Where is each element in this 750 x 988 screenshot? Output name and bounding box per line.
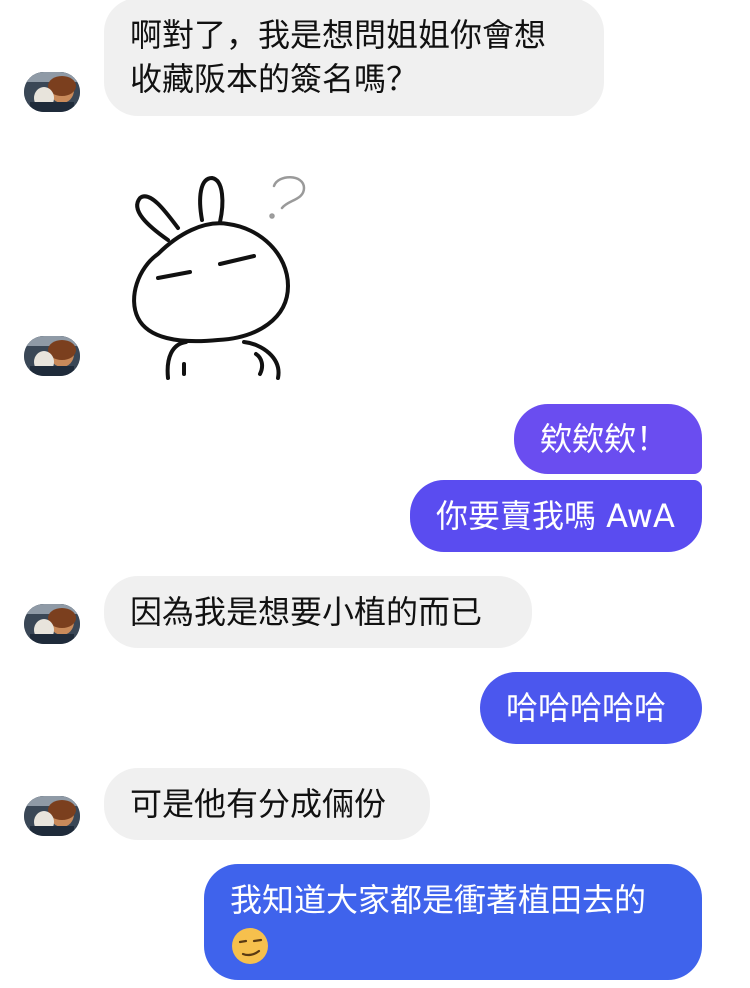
message-text: 因為我是想要小植的而已 [130,593,483,631]
avatar[interactable] [24,72,80,112]
message-text-line: 我知道大家都是衝著植田去的 [230,881,647,919]
outgoing-message[interactable]: 你要賣我嗎 AwA [410,480,702,552]
avatar-photo [24,72,80,112]
message-text: 欸欸欸！ [540,420,669,458]
message-text-line: 啊對了，我是想問姐姐你會想 [130,16,547,54]
outgoing-message[interactable]: 我知道大家都是衝著植田去的 [204,864,702,980]
message-text-line: 收藏阪本的簽名嗎？ [130,60,419,98]
avatar-photo [24,796,80,836]
avatar[interactable] [24,604,80,644]
incoming-message[interactable]: 可是他有分成倆份 [104,768,430,840]
avatar[interactable] [24,796,80,836]
smirk-emoji-icon [232,928,268,964]
rabbit-sticker-image [132,176,306,380]
message-text: 你要賣我嗎 AwA [436,497,675,535]
avatar-photo [24,336,80,376]
message-text: 哈哈哈哈哈 [506,689,667,727]
avatar[interactable] [24,336,80,376]
rabbit-sticker[interactable] [128,168,318,380]
message-text: 可是他有分成倆份 [130,785,387,823]
incoming-message[interactable]: 啊對了，我是想問姐姐你會想 收藏阪本的簽名嗎？ [104,0,604,116]
outgoing-message[interactable]: 欸欸欸！ [514,404,702,474]
message-text-line [230,922,270,966]
avatar-photo [24,604,80,644]
outgoing-message[interactable]: 哈哈哈哈哈 [480,672,702,744]
incoming-message[interactable]: 因為我是想要小植的而已 [104,576,532,648]
